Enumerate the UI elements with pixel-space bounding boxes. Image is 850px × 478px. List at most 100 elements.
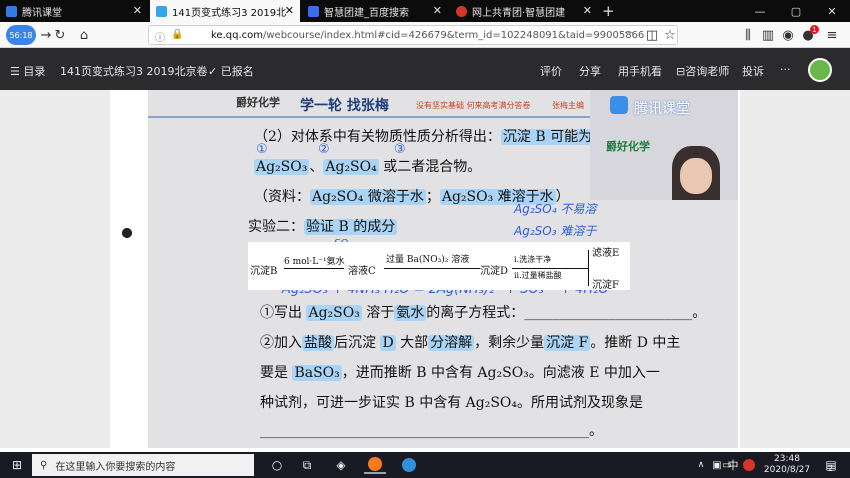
q1-answer-blank: ________________________。 [524,305,707,321]
chat-icon: ⊟ [676,65,686,78]
close-icon[interactable]: ✕ [433,4,442,17]
minimize-button[interactable]: — [742,0,778,22]
taskbar-search-box[interactable]: ⚲ 在这里输入你要搜索的内容 [32,454,254,476]
rate-button[interactable]: 评价 [540,63,562,79]
taskbar-clock[interactable]: 23:48 2020/8/27 [762,454,812,476]
clock-date: 2020/8/27 [763,465,811,475]
enrolled-label: 已报名 [220,65,254,78]
task-view-icon[interactable]: ⧉ [296,456,318,474]
info-icon[interactable]: ⓘ [155,29,165,44]
account-icon[interactable]: ◉ [780,27,796,43]
flow-step-3b: ii.过量稀盐酸 [514,271,562,280]
new-tab-button[interactable]: + [602,2,615,20]
ask-teacher-button[interactable]: ⊟咨询老师 [676,63,729,79]
camera-sub-brand: 爵好化学 [606,140,650,153]
timer-badge: 56:18 [6,25,36,45]
catalog-button[interactable]: ☰ 目录 [10,63,45,79]
branch-line [588,250,589,286]
question-2-cont2: 种试剂，可进一步证实 B 中含有 Ag₂SO₄。所用试剂及现象是 [260,395,644,411]
teacher-face [680,158,712,194]
experiment-flowchart: 沉淀B 6 mol·L⁻¹氨水 溶液C 过量 Ba(NO₃)₂ 溶液 沉淀D i… [248,242,630,291]
left-margin [0,90,132,448]
flow-start: 沉淀B [250,266,278,277]
url-bar[interactable]: ⓘ 🔒 ke.qq.com /webcourse/index.html#cid=… [148,25,678,45]
tab-youth-league[interactable]: 网上共青团·智慧团建 ✕ [450,0,598,22]
tencent-classroom-logo-icon [610,96,628,114]
answer-blank: ________________________________________… [260,423,603,439]
sep: 、 [309,159,324,175]
navigation-bar: 56:18 → ↻ ⌂ ⓘ 🔒 ke.qq.com /webcourse/ind… [0,22,850,48]
check-icon: ✓ [208,65,221,78]
handwritten-mark-1: ① [256,142,268,157]
doc-slogan: 学一轮 找张梅 [300,98,389,114]
app-icon[interactable]: ◈ [330,456,352,474]
tab-label: 141页变式练习3 2019北京 [172,7,287,19]
tab-baidu-search[interactable]: 智慧团建_百度搜索 ✕ [302,0,448,22]
reload-icon[interactable]: ↻ [52,27,68,43]
flow-precipitate-d: 沉淀D [480,266,509,277]
q1-text2: 溶于 [361,305,395,321]
enrolled-status: ✓ 已报名 [208,63,254,79]
q2-precipitate-f: 沉淀 F [544,335,591,351]
course-header: ☰ 目录 141页变式练习3 2019北京卷 ✓ 已报名 评价 分享 用手机看 … [0,48,850,90]
handwritten-mark-2: ② [318,142,330,157]
clock-time: 23:48 [774,454,800,464]
share-button[interactable]: 分享 [579,63,601,79]
q1-text3: 的离子方程式： [426,305,525,321]
arrow-3 [512,268,588,269]
q2-text: （2）对体系中有关物质性质分析得出： [254,129,501,145]
right-margin [740,90,850,448]
watch-on-phone-button[interactable]: 用手机看 [618,63,662,79]
ref-open: （资料： [254,189,310,205]
report-button[interactable]: 投诉 [742,63,764,79]
catalog-label: 目录 [23,65,46,78]
doc-author: 张梅主编 [552,101,584,110]
question-2: ②加入 盐酸 后沉淀 D 大部 分溶解 ，剩余少量 沉淀 F 。推断 D 中主 [260,332,680,352]
avatar[interactable] [808,58,832,82]
flow-step-3a: i.洗涤干净 [514,255,552,264]
q2g: ，剩余少量 [474,335,545,351]
flow-filtrate-e: 滤液E [592,248,620,259]
tab-label: 网上共青团·智慧团建 [472,7,566,19]
sidebar-icon[interactable]: ▥ [760,27,776,43]
search-icon: ⚲ [40,459,48,471]
windows-start-icon[interactable]: ⊞ [6,456,28,474]
handwritten-mark-3: ③ [394,142,406,157]
lock-icon[interactable]: 🔒 [171,29,183,40]
close-icon[interactable]: ✕ [583,4,592,17]
notification-count: 2 [828,464,834,473]
q2-dissolve: 分溶解 [428,335,475,351]
tab-tencent-classroom[interactable]: 腾讯课堂 ✕ [0,0,148,22]
ie-taskbar-icon[interactable] [398,456,420,474]
pocket-icon[interactable]: ◫ [644,27,660,43]
close-icon[interactable]: ✕ [285,4,294,17]
menu-icon[interactable]: ≡ [824,27,840,43]
q2-highlight: 沉淀 B 可能为 [500,129,595,145]
q1-ammonia: 氨水 [394,305,427,321]
close-window-button[interactable]: ✕ [814,0,850,22]
tab-course-page[interactable]: 141页变式练习3 2019北京 ✕ [150,0,300,22]
arrow-2 [384,268,480,269]
q2a: ②加入 [260,335,302,351]
page-actions-menu[interactable]: ··· [624,28,634,39]
maximize-button[interactable]: ▢ [778,0,814,22]
more-button[interactable]: ··· [780,63,791,76]
bookmark-star-icon[interactable]: ☆ [662,27,678,43]
doc-subtitle: 没有坚实基础 何来高考满分答卷 [416,101,531,110]
tencent-classroom-icon [6,5,17,17]
exp-goal: 验证 B 的成分 [304,219,398,235]
ag2so4-label: Ag₂SO₄ [323,159,379,175]
flow-solution-c: 溶液C [348,266,376,277]
notification-badge: 1 [810,25,819,34]
close-icon[interactable]: ✕ [133,4,142,17]
cortana-icon[interactable]: ○ [266,456,288,474]
home-icon[interactable]: ⌂ [76,27,92,43]
search-placeholder: 在这里输入你要搜索的内容 [55,461,176,473]
input-method-icon[interactable] [738,456,760,474]
course-page-icon [156,5,167,17]
mixture-text: 或二者混合物。 [378,159,482,175]
q2e: 大部 [395,335,429,351]
tab-label: 腾讯课堂 [22,7,62,19]
library-icon[interactable]: ⫼ [740,27,756,43]
firefox-taskbar-icon[interactable] [364,456,386,474]
